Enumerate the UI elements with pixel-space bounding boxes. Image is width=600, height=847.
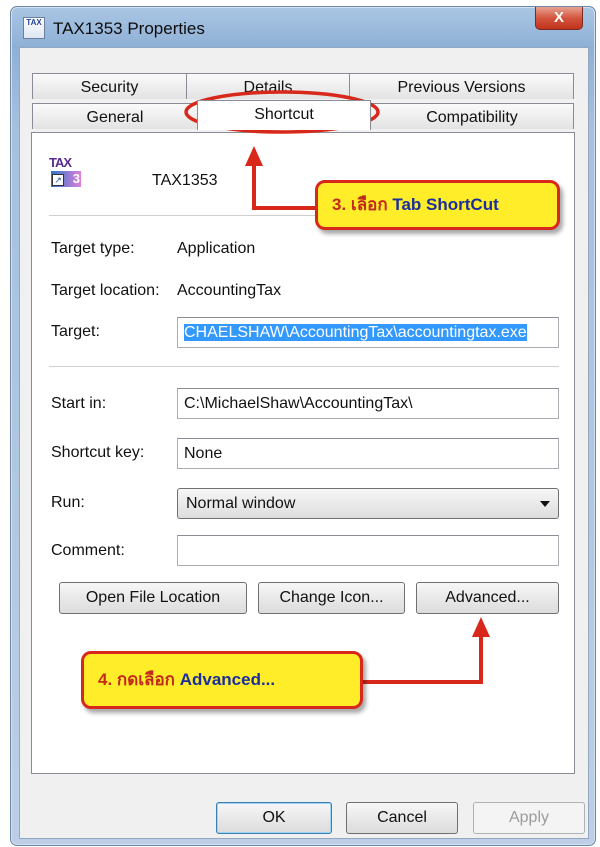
step4-callout: 4. กดเลือก Advanced... xyxy=(81,651,363,709)
step3-callout: 3. เลือก Tab ShortCut xyxy=(315,180,560,230)
step4-arrow-head xyxy=(472,617,490,637)
step3-prefix: 3. เลือก xyxy=(332,195,393,214)
step4-arrow xyxy=(360,623,483,684)
step3-highlight: Tab ShortCut xyxy=(392,195,499,214)
step3-arrow-head xyxy=(245,146,263,166)
step4-highlight: Advanced... xyxy=(179,670,276,689)
step3-arrow xyxy=(252,150,318,210)
step4-prefix: 4. กดเลือก xyxy=(98,670,180,689)
tab-shortcut[interactable]: Shortcut xyxy=(197,100,371,130)
